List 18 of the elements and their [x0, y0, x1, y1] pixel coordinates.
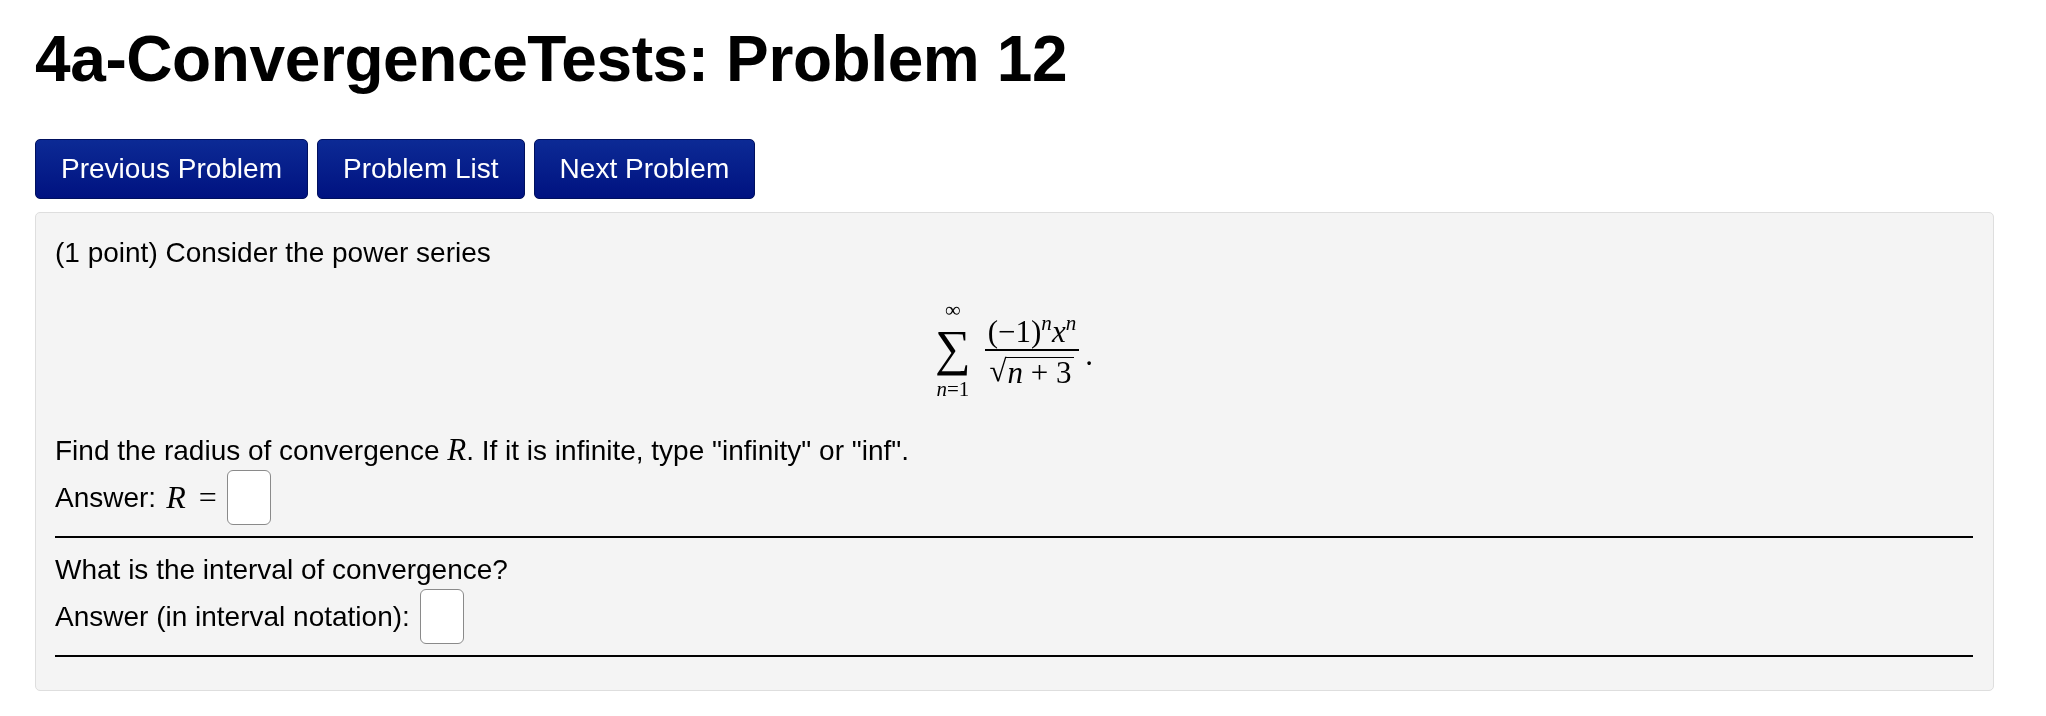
answer-field[interactable] — [419, 589, 464, 644]
question-text: Find the radius of convergence R. If it is infinite, type "infinity" or "inf". — [55, 431, 909, 469]
sum-lower-limit: n=1 — [936, 378, 970, 400]
formula-period: . — [1085, 345, 1093, 365]
answer-label: Answer: — [55, 481, 157, 515]
problem-intro: (1 point) Consider the power series — [55, 236, 491, 270]
nav-button[interactable]: Previous Problem — [35, 139, 308, 199]
fraction-numerator: (−1)$^{n}$x$^{n}$ — [986, 314, 1078, 349]
answer-label: Answer (in interval notation): — [55, 600, 410, 634]
answer-field[interactable] — [226, 470, 271, 525]
sum-upper-limit: ∞ — [945, 302, 961, 318]
sum-symbol: ∑ — [935, 319, 971, 378]
nav-button[interactable]: Problem List — [317, 139, 525, 199]
fraction-denominator: √n + 3 — [989, 350, 1075, 388]
nav-button[interactable]: Next Problem — [533, 139, 756, 199]
question-text: What is the interval of convergence? — [55, 553, 508, 587]
page-title: 4a-ConvergenceTests: Problem 12 — [35, 22, 1068, 97]
answer-math: R = — [166, 478, 217, 517]
